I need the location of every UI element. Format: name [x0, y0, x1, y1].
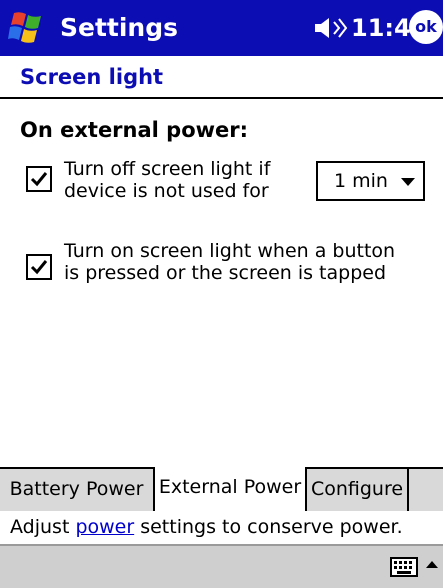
- tab-divider: [407, 469, 409, 511]
- speaker-icon[interactable]: [314, 16, 348, 40]
- timeout-value: 1 min: [334, 170, 388, 192]
- help-line: Adjust power settings to conserve power.: [0, 511, 443, 544]
- input-menu-arrow-icon[interactable]: [426, 561, 438, 568]
- turn-on-light-checkbox[interactable]: [26, 254, 52, 280]
- tab-battery-power[interactable]: Battery Power: [0, 469, 153, 511]
- command-bar: [0, 544, 443, 588]
- timeout-dropdown[interactable]: 1 min: [316, 161, 425, 201]
- section-heading: On external power:: [20, 118, 249, 142]
- keyboard-icon[interactable]: [390, 557, 418, 577]
- windows-flag-icon[interactable]: [8, 9, 46, 47]
- help-suffix: settings to conserve power.: [134, 516, 403, 538]
- help-prefix: Adjust: [10, 516, 76, 538]
- title-bar: Settings 11:47 ok: [0, 0, 443, 56]
- turn-on-light-label-line2: is pressed or the screen is tapped: [64, 262, 387, 284]
- tab-configure[interactable]: Configure: [307, 469, 407, 511]
- page-title: Screen light: [20, 65, 164, 89]
- help-text: Adjust power settings to conserve power.: [10, 516, 403, 539]
- turn-on-light-label-line1: Turn on screen light when a button: [64, 240, 396, 262]
- turn-off-light-checkbox[interactable]: [26, 166, 52, 192]
- turn-off-light-label-line1: Turn off screen light if: [64, 158, 271, 180]
- chevron-down-icon: [401, 178, 415, 186]
- checkmark-icon: [30, 172, 48, 187]
- turn-off-light-label-line2: device is not used for: [64, 180, 269, 202]
- app-title: Settings: [60, 13, 179, 42]
- power-link[interactable]: power: [75, 516, 134, 538]
- ok-button[interactable]: ok: [409, 10, 443, 44]
- checkmark-icon: [30, 260, 48, 275]
- tab-bar: Battery Power External Power Configure: [0, 467, 443, 511]
- tab-external-power[interactable]: External Power: [153, 467, 307, 511]
- header-divider: [0, 97, 443, 99]
